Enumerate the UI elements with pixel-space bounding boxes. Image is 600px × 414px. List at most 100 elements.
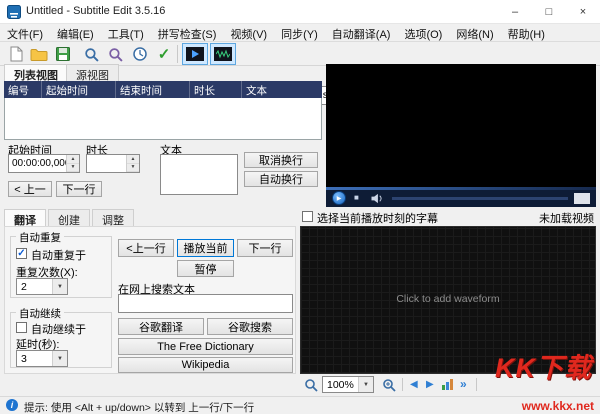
free-dictionary-button[interactable]: The Free Dictionary <box>118 338 293 355</box>
next-row-button[interactable]: 下一行 <box>237 239 293 257</box>
wave-play-icon[interactable]: ▶ <box>426 379 434 390</box>
waveform-placeholder[interactable]: Click to add waveform <box>301 293 595 305</box>
tab-translate[interactable]: 翻译 <box>4 209 46 227</box>
search-online-input[interactable] <box>118 294 293 313</box>
delay-combo[interactable]: 3 ▼ <box>16 350 68 367</box>
toolbar: ✓ 格式 SubRip (.srt) ▼ 编码方式 UTF-8 with BOM… <box>0 42 600 105</box>
minimize-button[interactable]: – <box>498 0 532 24</box>
menu-item-autotranslate[interactable]: 自动翻译(A) <box>325 24 398 41</box>
next-line-button[interactable]: 下一行 <box>56 181 102 197</box>
waveform-thumb-icon <box>214 47 232 61</box>
wave-prev-icon[interactable]: ◀ <box>410 379 418 390</box>
close-button[interactable]: × <box>566 0 600 24</box>
stepper-arrows[interactable]: ▲ ▼ <box>66 155 79 172</box>
replace-icon[interactable] <box>105 44 125 64</box>
subtitle-table-body[interactable] <box>4 98 322 140</box>
menu-bar: 文件(F) 编辑(E) 工具(T) 拼写检查(S) 视频(V) 同步(Y) 自动… <box>0 24 600 42</box>
play-current-button[interactable]: 播放当前 <box>177 239 234 257</box>
menu-item-spellcheck[interactable]: 拼写检查(S) <box>151 24 224 41</box>
zoom-in-icon[interactable] <box>382 378 396 392</box>
google-translate-button[interactable]: 谷歌翻译 <box>118 318 204 335</box>
stepper-arrows[interactable]: ▲ ▼ <box>126 155 139 172</box>
window-title: Untitled - Subtitle Edit 3.5.16 <box>26 5 166 17</box>
chevron-down-icon: ▼ <box>52 279 67 294</box>
repeat-count-value: 2 <box>21 281 27 293</box>
unbreak-button[interactable]: 取消换行 <box>244 152 318 168</box>
menu-item-network[interactable]: 网络(N) <box>449 24 500 41</box>
status-hint: 提示: 使用 <Alt + up/down> 以转到 上一行/下一行 <box>24 402 255 414</box>
menu-item-edit[interactable]: 编辑(E) <box>50 24 101 41</box>
video-player[interactable]: ▶ ■ <box>326 64 596 207</box>
step-down-icon[interactable]: ▼ <box>67 163 79 172</box>
prev-row-button[interactable]: <上一行 <box>118 239 174 257</box>
tab-adjust[interactable]: 调整 <box>92 209 134 227</box>
menu-item-tools[interactable]: 工具(T) <box>101 24 151 41</box>
watermark-logo: KK下载 <box>495 353 592 383</box>
auto-continue-checkbox[interactable] <box>16 322 27 333</box>
maximize-button[interactable]: □ <box>532 0 566 24</box>
duration-stepper[interactable]: ▲ ▼ <box>86 154 140 173</box>
chevron-down-icon: ▼ <box>358 377 373 392</box>
auto-continue-title: 自动继续 <box>16 306 64 321</box>
select-current-subtitle-checkbox[interactable] <box>302 211 313 222</box>
step-down-icon[interactable]: ▼ <box>127 163 139 172</box>
menu-item-options[interactable]: 选项(O) <box>397 24 449 41</box>
menu-item-file[interactable]: 文件(F) <box>0 24 50 41</box>
wikipedia-button[interactable]: Wikipedia <box>118 357 293 373</box>
col-start-time[interactable]: 起始时间 <box>42 81 116 98</box>
volume-slider[interactable] <box>574 193 590 204</box>
tab-create[interactable]: 创建 <box>48 209 90 227</box>
save-icon[interactable] <box>53 44 73 64</box>
chevron-down-icon: ▼ <box>52 351 67 366</box>
volume-icon[interactable] <box>370 193 384 204</box>
auto-continue-checkbox-label: 自动继续于 <box>31 324 86 336</box>
col-end-time[interactable]: 结束时间 <box>116 81 190 98</box>
menu-item-help[interactable]: 帮助(H) <box>501 24 552 41</box>
find-icon[interactable] <box>81 44 101 64</box>
app-icon <box>7 5 21 19</box>
status-bar: i 提示: 使用 <Alt + up/down> 以转到 上一行/下一行 <box>0 396 600 414</box>
start-time-stepper[interactable]: 00:00:00,000 ▲ ▼ <box>8 154 80 173</box>
watermark-site: www.kkx.net <box>521 399 594 413</box>
step-up-icon[interactable]: ▲ <box>127 155 139 164</box>
pause-button[interactable]: 暂停 <box>177 260 234 277</box>
step-up-icon[interactable]: ▲ <box>67 155 79 164</box>
menu-item-video[interactable]: 视频(V) <box>223 24 274 41</box>
title-bar: Untitled - Subtitle Edit 3.5.16 – □ × <box>0 0 600 24</box>
col-duration[interactable]: 时长 <box>190 81 242 98</box>
previous-line-button[interactable]: < 上一 <box>8 181 52 197</box>
video-control-bar: ▶ ■ <box>326 190 596 207</box>
zoom-combo[interactable]: 100% ▼ <box>322 376 374 393</box>
visual-sync-icon[interactable] <box>130 44 150 64</box>
start-time-value: 00:00:00,000 <box>12 158 71 169</box>
zoom-value: 100% <box>327 379 354 391</box>
autobreak-button[interactable]: 自动换行 <box>244 171 318 187</box>
video-thumb-icon <box>186 47 204 61</box>
info-icon: i <box>6 399 18 411</box>
play-icon[interactable]: ▶ <box>332 191 346 205</box>
repeat-count-combo[interactable]: 2 ▼ <box>16 278 68 295</box>
spellcheck-icon[interactable]: ✓ <box>154 44 174 64</box>
window-controls: – □ × <box>498 0 600 24</box>
new-file-icon[interactable] <box>6 44 26 64</box>
subtitle-text-area[interactable] <box>160 154 238 195</box>
fast-forward-icon[interactable]: » <box>460 377 467 391</box>
col-text[interactable]: 文本 <box>242 81 322 98</box>
zoom-out-icon[interactable] <box>304 378 318 392</box>
auto-repeat-title: 自动重复 <box>16 230 64 245</box>
tab-source-view[interactable]: 源视图 <box>66 64 119 82</box>
seek-slider[interactable] <box>392 197 568 200</box>
open-file-icon[interactable] <box>29 44 49 64</box>
toggle-video-button[interactable] <box>182 43 208 65</box>
spectrogram-icon[interactable] <box>442 379 454 390</box>
col-number[interactable]: 编号 <box>4 81 42 98</box>
toggle-waveform-button[interactable] <box>210 43 236 65</box>
subtitle-table-header: 编号 起始时间 结束时间 时长 文本 <box>4 81 322 98</box>
tab-list-view[interactable]: 列表视图 <box>4 64 68 82</box>
menu-item-sync[interactable]: 同步(Y) <box>274 24 325 41</box>
app-window: Untitled - Subtitle Edit 3.5.16 – □ × 文件… <box>0 0 600 414</box>
stop-icon[interactable]: ■ <box>354 193 359 202</box>
google-it-button[interactable]: 谷歌搜索 <box>207 318 293 335</box>
toolbar-separator <box>177 45 178 63</box>
auto-repeat-checkbox[interactable]: ✓ <box>16 248 27 259</box>
